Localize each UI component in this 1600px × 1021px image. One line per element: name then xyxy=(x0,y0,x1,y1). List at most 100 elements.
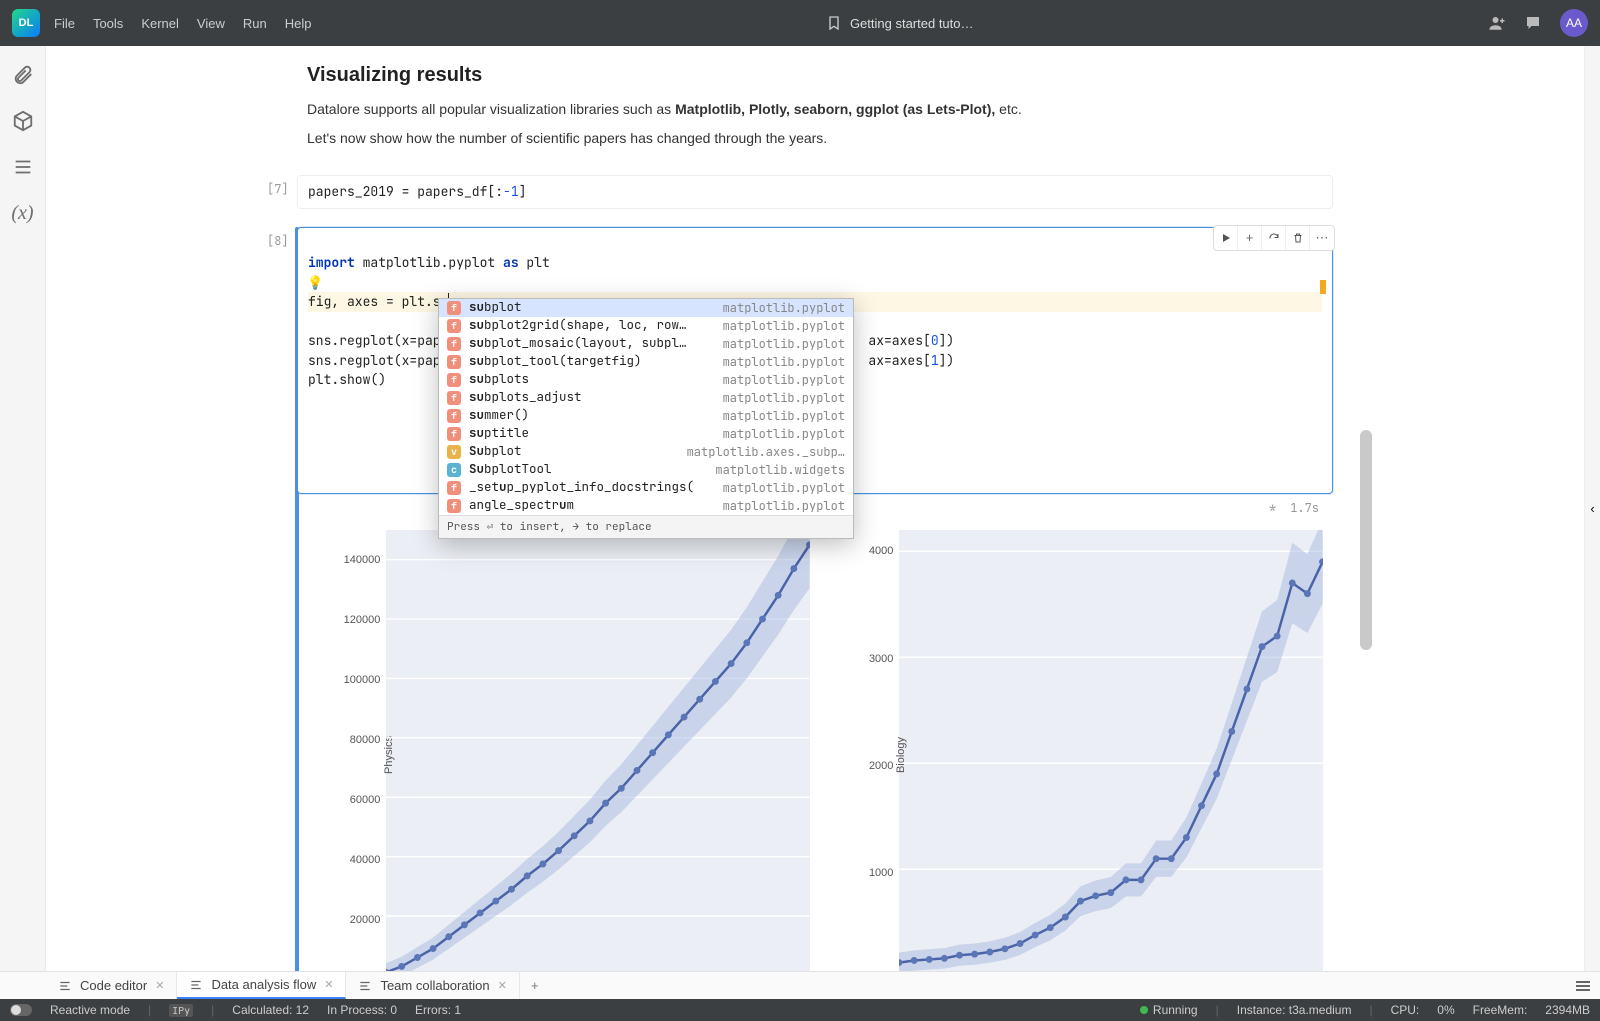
paragraph-1: Datalore supports all popular visualizat… xyxy=(307,99,1323,120)
top-bar: DL File Tools Kernel View Run Help Getti… xyxy=(0,0,1600,46)
completion-kind-icon: f xyxy=(447,427,461,441)
menu-help[interactable]: Help xyxy=(285,16,312,31)
app-logo-icon[interactable]: DL xyxy=(12,9,40,37)
ytick-label: 60000 xyxy=(336,794,380,806)
completion-text: Subplot xyxy=(469,442,679,461)
completion-kind-icon: f xyxy=(447,355,461,369)
menu-file[interactable]: File xyxy=(54,16,75,31)
ytick-label: 1000 xyxy=(861,867,893,879)
code-cell-7[interactable]: [7] papers_2019 = papers_df[:-1] xyxy=(297,175,1333,209)
more-cell-button[interactable]: ⋯ xyxy=(1310,226,1334,250)
completion-item[interactable]: v Subplot matplotlib.axes._subp… xyxy=(439,443,853,461)
completion-module: matplotlib.pyplot xyxy=(723,479,845,497)
menu-view[interactable]: View xyxy=(197,16,225,31)
ipy-badge[interactable]: IPy xyxy=(169,1004,193,1017)
avatar[interactable]: AA xyxy=(1560,9,1588,37)
completion-module: matplotlib.pyplot xyxy=(723,425,845,443)
code-editor-area[interactable]: papers_2019 = papers_df[:-1] xyxy=(297,175,1333,209)
tab-code-editor[interactable]: Code editor ✕ xyxy=(46,972,177,999)
reactive-toggle[interactable] xyxy=(10,1004,32,1016)
completion-text: subplot xyxy=(469,298,715,317)
ytick-label: 3000 xyxy=(861,653,893,665)
completion-module: matplotlib.pyplot xyxy=(723,335,845,353)
tab-team-collab[interactable]: Team collaboration ✕ xyxy=(346,972,519,999)
completion-module: matplotlib.pyplot xyxy=(723,317,845,335)
outline-icon[interactable] xyxy=(12,156,34,178)
ytick-label: 4000 xyxy=(861,545,893,557)
completion-item[interactable]: f subplot_tool(targetfig) matplotlib.pyp… xyxy=(439,353,853,371)
code-editor-area[interactable]: import matplotlib.pyplot as plt 💡 fig, a… xyxy=(297,227,1333,495)
status-calculated: Calculated: 12 xyxy=(232,1003,309,1017)
completion-kind-icon: f xyxy=(447,499,461,513)
tab-close-icon[interactable]: ✕ xyxy=(498,979,507,992)
delete-cell-button[interactable] xyxy=(1286,226,1310,250)
add-cell-button[interactable]: + xyxy=(1238,226,1262,250)
completion-item[interactable]: c SubplotTool matplotlib.widgets xyxy=(439,461,853,479)
comment-icon[interactable] xyxy=(1524,14,1542,32)
status-cpu-label: CPU: xyxy=(1391,1003,1420,1017)
cell-output: * 1.7s Physics 0200004000060000800001000… xyxy=(297,494,1333,971)
completion-item[interactable]: f subplots matplotlib.pyplot xyxy=(439,371,853,389)
output-time: 1.7s xyxy=(1290,500,1319,516)
variables-icon[interactable]: (x) xyxy=(11,202,33,225)
ytick-label: 20000 xyxy=(336,914,380,926)
list-icon xyxy=(58,979,72,993)
tabs-overflow-icon[interactable] xyxy=(1576,972,1600,999)
completion-kind-icon: f xyxy=(447,337,461,351)
menu-run[interactable]: Run xyxy=(243,16,267,31)
completion-item[interactable]: f subplots_adjust matplotlib.pyplot xyxy=(439,389,853,407)
run-cell-button[interactable] xyxy=(1214,226,1238,250)
reactive-label: Reactive mode xyxy=(50,1003,130,1017)
completion-item[interactable]: f angle_spectrum matplotlib.pyplot xyxy=(439,497,853,515)
completion-item[interactable]: f summer() matplotlib.pyplot xyxy=(439,407,853,425)
completion-text: subplots xyxy=(469,370,715,389)
status-running: Running xyxy=(1140,1003,1198,1017)
rerun-cell-button[interactable] xyxy=(1262,226,1286,250)
scrollbar-thumb[interactable] xyxy=(1360,430,1372,650)
completion-kind-icon: f xyxy=(447,391,461,405)
menu-tools[interactable]: Tools xyxy=(93,16,123,31)
cell-prompt: [7] xyxy=(267,181,289,197)
completion-item[interactable]: f subplot matplotlib.pyplot xyxy=(439,299,853,317)
completion-text: subplot2grid(shape, loc, row… xyxy=(469,316,715,335)
completion-module: matplotlib.widgets xyxy=(715,461,845,479)
list-icon xyxy=(358,979,372,993)
completion-module: matplotlib.pyplot xyxy=(723,353,845,371)
right-panel-toggle-icon[interactable]: ‹ xyxy=(1584,46,1600,971)
tab-close-icon[interactable]: ✕ xyxy=(155,979,164,992)
status-errors: Errors: 1 xyxy=(415,1003,461,1017)
tab-label: Data analysis flow xyxy=(211,977,316,992)
tab-data-analysis[interactable]: Data analysis flow ✕ xyxy=(177,972,346,999)
status-mem-value: 2394MB xyxy=(1545,1003,1590,1017)
completion-kind-icon: f xyxy=(447,301,461,315)
add-tab-button[interactable]: + xyxy=(520,972,550,999)
top-right-controls: AA xyxy=(1488,9,1588,37)
notebook-title-text: Getting started tuto… xyxy=(850,16,974,31)
completion-text: subplots_adjust xyxy=(469,388,715,407)
notebook-content[interactable]: Visualizing results Datalore supports al… xyxy=(46,46,1584,971)
markdown-cell[interactable]: Visualizing results Datalore supports al… xyxy=(297,64,1333,175)
completion-text: _setup_pyplot_info_docstrings( xyxy=(469,478,715,497)
completion-kind-icon: v xyxy=(447,445,461,459)
lightbulb-icon[interactable]: 💡 xyxy=(307,274,323,291)
attachment-icon[interactable] xyxy=(12,64,34,86)
completion-item[interactable]: f suptitle matplotlib.pyplot xyxy=(439,425,853,443)
package-icon[interactable] xyxy=(12,110,34,132)
status-mem-label: FreeMem: xyxy=(1473,1003,1528,1017)
completion-module: matplotlib.pyplot xyxy=(723,299,845,317)
code-cell-8[interactable]: [8] + ⋯ import matplotlib.pyplot as plt … xyxy=(297,227,1333,972)
completion-item[interactable]: f subplot2grid(shape, loc, row… matplotl… xyxy=(439,317,853,335)
add-user-icon[interactable] xyxy=(1488,14,1506,32)
editor-warning-marker[interactable] xyxy=(1320,280,1326,294)
menu-kernel[interactable]: Kernel xyxy=(141,16,179,31)
status-inprocess: In Process: 0 xyxy=(327,1003,397,1017)
notebook-title[interactable]: Getting started tuto… xyxy=(311,15,1488,31)
completion-item[interactable]: f _setup_pyplot_info_docstrings( matplot… xyxy=(439,479,853,497)
ytick-label: 100000 xyxy=(336,674,380,686)
completion-kind-icon: f xyxy=(447,481,461,495)
tab-close-icon[interactable]: ✕ xyxy=(324,978,333,991)
completion-module: matplotlib.pyplot xyxy=(723,389,845,407)
status-bar: Reactive mode | IPy | Calculated: 12 In … xyxy=(0,999,1600,1021)
ytick-label: 120000 xyxy=(336,614,380,626)
completion-item[interactable]: f subplot_mosaic(layout, subpl… matplotl… xyxy=(439,335,853,353)
